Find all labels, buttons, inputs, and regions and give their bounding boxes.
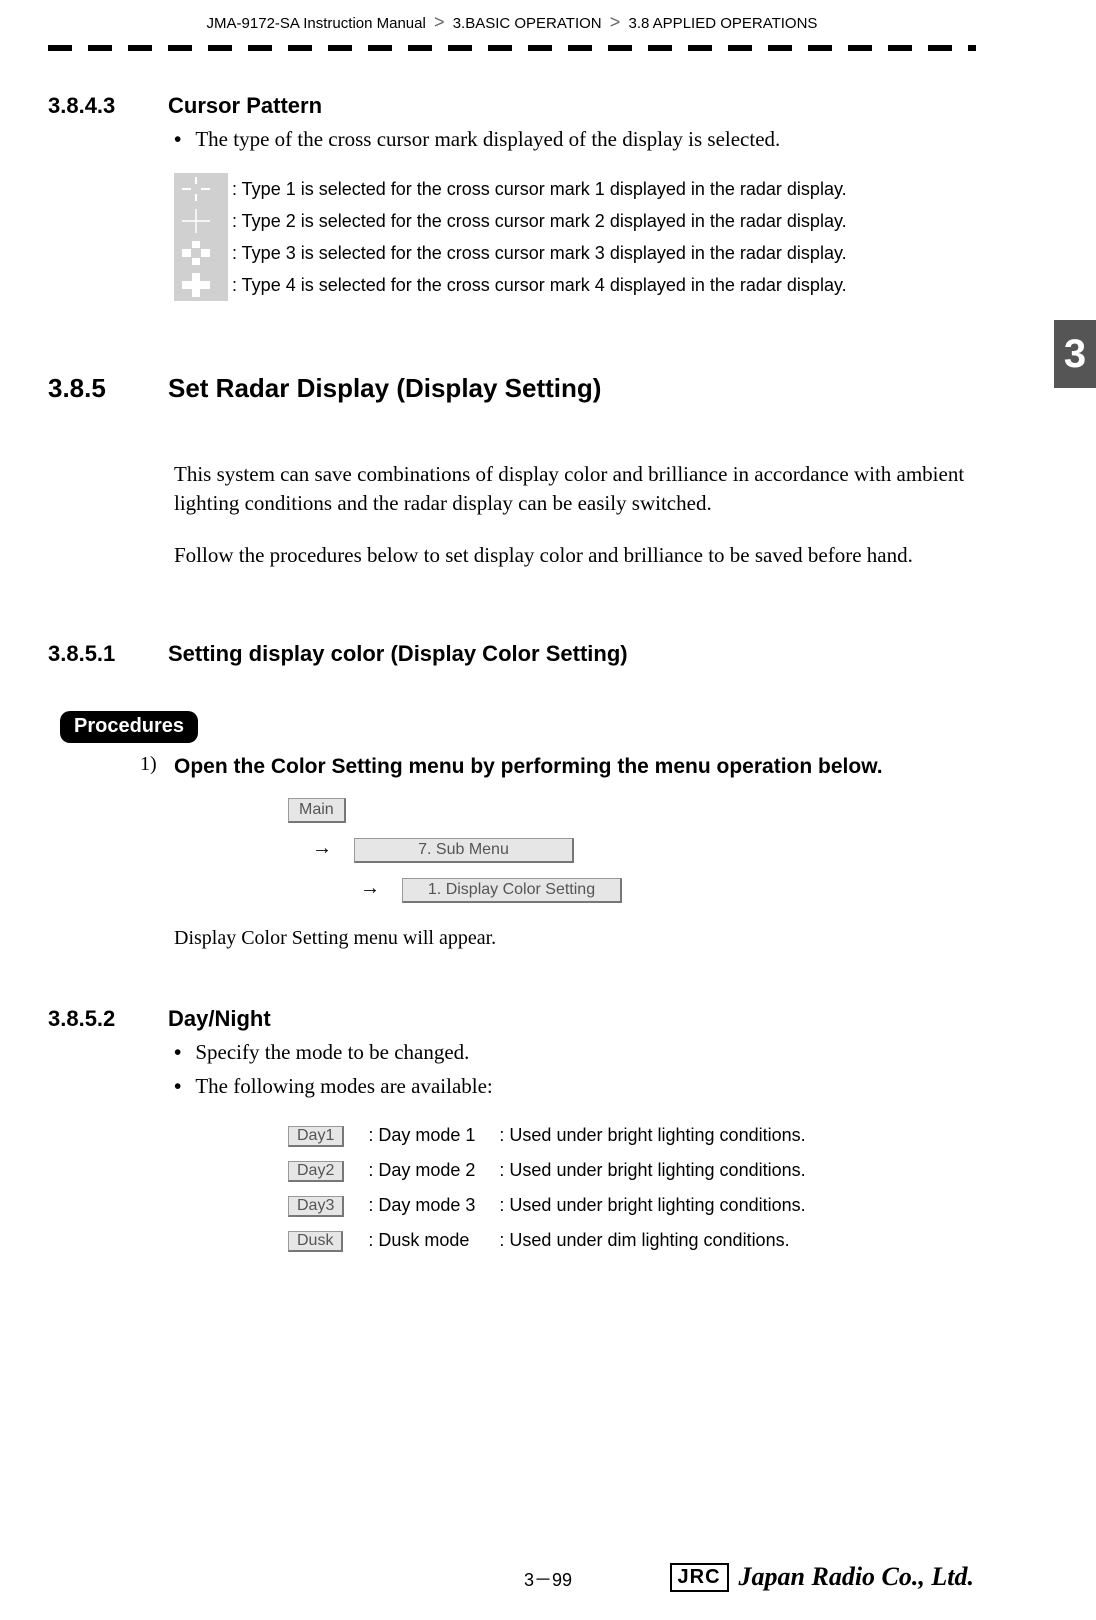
bullet-dot: • [174, 1072, 181, 1100]
procedures-badge-label: Procedures [74, 715, 184, 737]
cursor-pattern-table: : Type 1 is selected for the cross curso… [174, 173, 861, 301]
cursor-type-3-icon [174, 237, 228, 269]
cross-plus-thin-icon [182, 209, 210, 233]
table-row: : Type 2 is selected for the cross curso… [174, 205, 861, 237]
cross-plus-bold-dashed-icon [182, 241, 210, 265]
section-3-8-5-2-heading: 3.8.5.2 Day/Night [48, 1006, 976, 1032]
section-3-8-5-heading: 3.8.5 Set Radar Display (Display Setting… [48, 373, 976, 404]
step-text: Open the Color Setting menu by performin… [174, 753, 976, 781]
table-row: Day3 : Day mode 3 : Used under bright li… [276, 1188, 818, 1223]
table-row: : Type 4 is selected for the cross curso… [174, 269, 861, 301]
mode-day3-desc: : Used under bright lighting conditions. [487, 1188, 817, 1223]
menu-path: Main → 7. Sub Menu → 1. Display Color Se… [288, 798, 976, 903]
mode-day1-button[interactable]: Day1 [288, 1126, 344, 1147]
cursor-pattern-intro: The type of the cross cursor mark displa… [195, 125, 780, 153]
cursor-type-2-desc: : Type 2 is selected for the cross curso… [228, 205, 861, 237]
table-row: : Type 1 is selected for the cross curso… [174, 173, 861, 205]
section-title: Setting display color (Display Color Set… [168, 641, 628, 667]
cursor-type-3-desc: : Type 3 is selected for the cross curso… [228, 237, 861, 269]
mode-day2-label: : Day mode 2 [356, 1153, 487, 1188]
procedure-step-1: 1) Open the Color Setting menu by perfor… [140, 753, 976, 781]
mode-day1-desc: : Used under bright lighting conditions. [487, 1118, 817, 1153]
mode-dusk-button[interactable]: Dusk [288, 1231, 343, 1252]
arrow-icon: → [312, 837, 332, 860]
cursor-type-2-icon [174, 205, 228, 237]
section-number: 3.8.5 [48, 373, 140, 404]
table-row: : Type 3 is selected for the cross curso… [174, 237, 861, 269]
day-night-bullet-2: The following modes are available: [195, 1072, 492, 1100]
mode-day1-label: : Day mode 1 [356, 1118, 487, 1153]
procedures-badge: Procedures [60, 711, 198, 743]
cursor-type-4-icon [174, 269, 228, 301]
cursor-type-1-icon [174, 173, 228, 205]
section-title: Set Radar Display (Display Setting) [168, 373, 601, 404]
mode-dusk-label: : Dusk mode [356, 1223, 487, 1258]
mode-day2-button[interactable]: Day2 [288, 1161, 344, 1182]
breadcrumb-sep-2: > [610, 12, 621, 32]
table-row: Day1 : Day mode 1 : Used under bright li… [276, 1118, 818, 1153]
step-index: 1) [140, 753, 174, 781]
mode-day3-label: : Day mode 3 [356, 1188, 487, 1223]
menu-sub-button[interactable]: 7. Sub Menu [354, 838, 574, 863]
chapter-tab-number: 3 [1064, 332, 1086, 377]
modes-table: Day1 : Day mode 1 : Used under bright li… [276, 1118, 818, 1258]
breadcrumb-manual: JMA-9172-SA Instruction Manual [207, 15, 426, 32]
jrc-logo-box: JRC [670, 1563, 729, 1592]
breadcrumb-sep-1: > [434, 12, 445, 32]
procedure-result-text: Display Color Setting menu will appear. [174, 927, 976, 950]
mode-dusk-desc: : Used under dim lighting conditions. [487, 1223, 817, 1258]
set-radar-para-1: This system can save combinations of dis… [174, 460, 976, 517]
section-number: 3.8.5.2 [48, 1006, 140, 1032]
page: JMA-9172-SA Instruction Manual > 3.BASIC… [0, 0, 1096, 1620]
section-3-8-4-3-heading: 3.8.4.3 Cursor Pattern [48, 93, 976, 119]
section-title: Cursor Pattern [168, 93, 322, 119]
cursor-type-4-desc: : Type 4 is selected for the cross curso… [228, 269, 861, 301]
section-3-8-5-1-heading: 3.8.5.1 Setting display color (Display C… [48, 641, 976, 667]
bullet-dot: • [174, 125, 181, 153]
arrow-icon: → [360, 877, 380, 900]
section-number: 3.8.4.3 [48, 93, 140, 119]
set-radar-para-2: Follow the procedures below to set displ… [174, 541, 976, 569]
jrc-logo-script: Japan Radio Co., Ltd. [739, 1562, 974, 1592]
bullet-dot: • [174, 1038, 181, 1066]
chapter-tab: 3 [1054, 320, 1096, 388]
table-row: Day2 : Day mode 2 : Used under bright li… [276, 1153, 818, 1188]
breadcrumb-basic-op: 3.BASIC OPERATION [453, 15, 602, 32]
footer-logo: JRC Japan Radio Co., Ltd. [670, 1562, 975, 1592]
cross-plus-dashed-icon [182, 177, 210, 201]
cross-plus-bold-icon [182, 273, 210, 297]
mode-day3-button[interactable]: Day3 [288, 1196, 344, 1217]
breadcrumb-applied-ops: 3.8 APPLIED OPERATIONS [628, 15, 817, 32]
menu-color-setting-button[interactable]: 1. Display Color Setting [402, 878, 622, 903]
breadcrumb: JMA-9172-SA Instruction Manual > 3.BASIC… [48, 0, 976, 33]
mode-day2-desc: : Used under bright lighting conditions. [487, 1153, 817, 1188]
menu-main-button[interactable]: Main [288, 798, 346, 823]
header-dashed-rule [48, 43, 976, 53]
page-footer: 3－99 JRC Japan Radio Co., Ltd. [0, 1566, 1096, 1592]
section-title: Day/Night [168, 1006, 271, 1032]
table-row: Dusk : Dusk mode : Used under dim lighti… [276, 1223, 818, 1258]
cursor-type-1-desc: : Type 1 is selected for the cross curso… [228, 173, 861, 205]
day-night-bullet-1: Specify the mode to be changed. [195, 1038, 469, 1066]
section-number: 3.8.5.1 [48, 641, 140, 667]
